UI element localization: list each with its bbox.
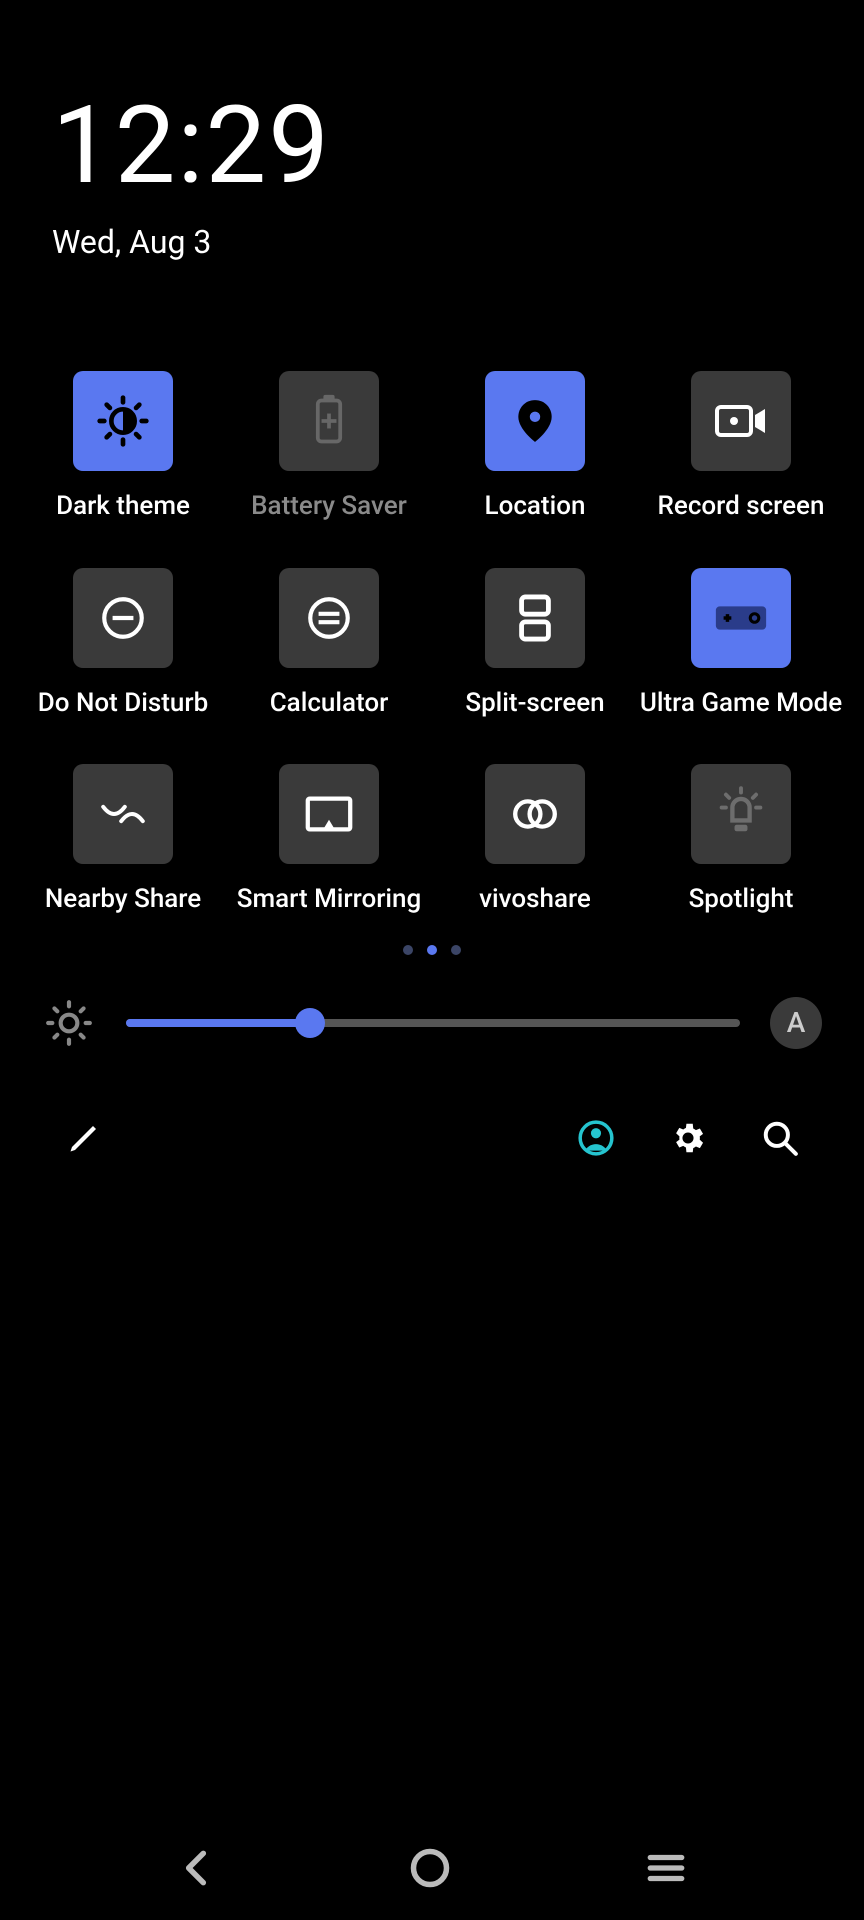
tile-dark-theme[interactable]: Dark theme — [20, 371, 226, 522]
profile-button[interactable] — [556, 1119, 636, 1157]
circle-icon — [408, 1846, 452, 1890]
tile-nearby-share[interactable]: Nearby Share — [20, 764, 226, 915]
tile-spotlight[interactable]: Spotlight — [638, 764, 844, 915]
nav-recents-button[interactable] — [645, 1850, 687, 1886]
brightness-control: A — [0, 997, 864, 1049]
tile-label: Battery Saver — [251, 491, 407, 522]
nearby-share-icon — [73, 764, 173, 864]
menu-icon — [645, 1850, 687, 1886]
tile-calculator[interactable]: Calculator — [226, 568, 432, 719]
brightness-icon — [42, 998, 96, 1048]
pencil-icon — [66, 1120, 102, 1156]
battery-saver-icon — [279, 371, 379, 471]
quick-settings-actions — [0, 1119, 864, 1157]
gear-icon — [669, 1119, 707, 1157]
tile-label: Ultra Game Mode — [640, 688, 842, 719]
vivoshare-icon — [485, 764, 585, 864]
brightness-slider[interactable] — [126, 1019, 740, 1027]
nav-back-button[interactable] — [177, 1846, 215, 1890]
quick-settings-grid: Dark theme Battery Saver Location — [0, 371, 864, 915]
slider-thumb[interactable] — [295, 1008, 325, 1038]
search-icon — [761, 1119, 799, 1157]
tile-label: Do Not Disturb — [38, 688, 208, 719]
page-indicator — [0, 945, 864, 955]
tile-split-screen[interactable]: Split-screen — [432, 568, 638, 719]
dnd-icon — [73, 568, 173, 668]
settings-button[interactable] — [648, 1119, 728, 1157]
tile-location[interactable]: Location — [432, 371, 638, 522]
tile-battery-saver[interactable]: Battery Saver — [226, 371, 432, 522]
tile-record-screen[interactable]: Record screen — [638, 371, 844, 522]
cast-icon — [279, 764, 379, 864]
dark-theme-icon — [73, 371, 173, 471]
page-dot — [451, 945, 461, 955]
chevron-left-icon — [177, 1846, 215, 1890]
page-dot-active — [427, 945, 437, 955]
tile-label: Calculator — [270, 688, 389, 719]
calculator-icon — [279, 568, 379, 668]
tile-ultra-game-mode[interactable]: Ultra Game Mode — [638, 568, 844, 719]
slider-fill — [126, 1019, 310, 1027]
tile-label: Split-screen — [465, 688, 604, 719]
record-screen-icon — [691, 371, 791, 471]
game-controller-icon — [691, 568, 791, 668]
tile-do-not-disturb[interactable]: Do Not Disturb — [20, 568, 226, 719]
navigation-bar — [0, 1815, 864, 1920]
tile-smart-mirroring[interactable]: Smart Mirroring — [226, 764, 432, 915]
tile-label: Location — [485, 491, 586, 522]
user-circle-icon — [577, 1119, 615, 1157]
auto-brightness-button[interactable]: A — [770, 997, 822, 1049]
tile-label: vivoshare — [479, 884, 591, 915]
search-button[interactable] — [740, 1119, 820, 1157]
clock-date: Wed, Aug 3 — [52, 223, 812, 261]
page-dot — [403, 945, 413, 955]
nav-home-button[interactable] — [408, 1846, 452, 1890]
header: 12:29 Wed, Aug 3 — [0, 0, 864, 261]
location-icon — [485, 371, 585, 471]
tile-label: Smart Mirroring — [237, 884, 422, 915]
edit-button[interactable] — [44, 1120, 124, 1156]
tile-label: Dark theme — [56, 491, 190, 522]
split-screen-icon — [485, 568, 585, 668]
tile-label: Record screen — [658, 491, 825, 522]
tile-label: Nearby Share — [45, 884, 201, 915]
tile-vivoshare[interactable]: vivoshare — [432, 764, 638, 915]
clock-time: 12:29 — [52, 90, 812, 203]
tile-label: Spotlight — [689, 884, 794, 915]
spotlight-icon — [691, 764, 791, 864]
